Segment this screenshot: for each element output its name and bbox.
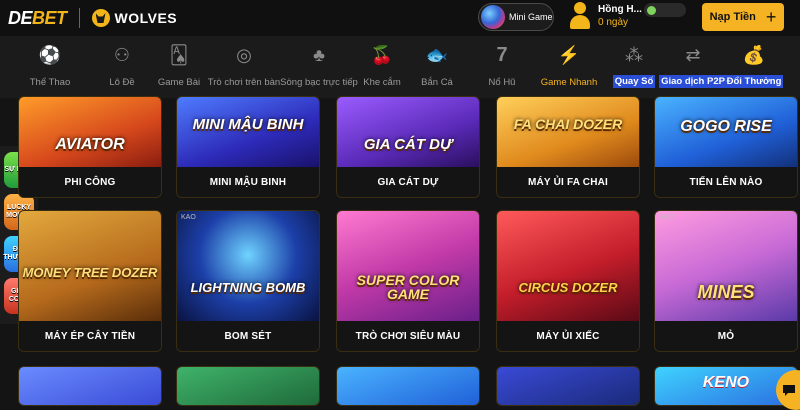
- game-thumbnail: AVIATOR: [19, 97, 161, 167]
- nav-item-quay-so[interactable]: ⁂ Quay Số: [608, 36, 660, 98]
- cherry-icon: 🍒: [370, 45, 394, 65]
- nav-item-the-thao[interactable]: ⚽ Thể Thao: [0, 36, 100, 98]
- seven-icon: 7: [496, 44, 508, 66]
- game-title: MÁY ỦI FA CHAI: [497, 167, 639, 197]
- game-title: GIA CÁT DỰ: [337, 167, 479, 197]
- mini-game-ball-icon: [481, 5, 505, 29]
- game-title: MỎ: [655, 321, 797, 351]
- partner-name: WOLVES: [114, 10, 178, 26]
- mini-game-label: Mini Game: [509, 12, 553, 22]
- game-card-may-ep-cay-tien[interactable]: MONEY TREE DOZER MÁY ÉP CÂY TIỀN: [18, 210, 162, 352]
- deposit-label: Nạp Tiền: [709, 11, 756, 23]
- game-title: MINI MẬU BINH: [177, 167, 319, 197]
- nav-item-p2p[interactable]: ⇄ Giao dịch P2P: [659, 36, 727, 98]
- game-card-row3-1[interactable]: [18, 366, 162, 406]
- game-title: MÁY ỦI XIẾC: [497, 321, 639, 351]
- chips-icon: ◎: [236, 45, 252, 65]
- partner-logo: WOLVES: [91, 9, 178, 27]
- game-thumbnail: KAO MINES: [655, 211, 797, 321]
- game-thumbnail: GOGO RISE: [655, 97, 797, 167]
- game-title: BOM SÉT: [177, 321, 319, 351]
- game-thumbnail: CIRCUS DOZER: [497, 211, 639, 321]
- game-thumbnail: MINI MẬU BINH: [177, 97, 319, 167]
- nav-item-no-hu[interactable]: 7 Nổ Hũ: [474, 36, 530, 98]
- game-title: TIẾN LÊN NÀO: [655, 167, 797, 197]
- nav-item-lo-de[interactable]: ⚇ Lô Đề: [100, 36, 144, 98]
- chat-bubble-icon: [783, 385, 795, 396]
- game-card-may-ui-xiec[interactable]: CIRCUS DOZER MÁY ỦI XIẾC: [496, 210, 640, 352]
- plus-icon: +: [765, 7, 777, 27]
- game-card-bom-set[interactable]: KAO LIGHTNING BOMB BOM SÉT: [176, 210, 320, 352]
- username: Hồng H...: [598, 4, 642, 15]
- game-card-row3-3[interactable]: [336, 366, 480, 406]
- lottery-balls-icon: ⚇: [113, 45, 131, 65]
- exchange-icon: ⇄: [685, 45, 701, 65]
- coin-icon: [647, 5, 656, 15]
- game-title: TRÒ CHƠI SIÊU MÀU: [337, 321, 479, 351]
- wolf-icon: [91, 9, 110, 27]
- game-card-row3-4[interactable]: [496, 366, 640, 406]
- cards-icon: 🂡: [169, 45, 189, 65]
- lightning-icon: ⚡: [557, 45, 581, 65]
- header-divider: [78, 8, 80, 28]
- game-title: PHI CÔNG: [19, 167, 161, 197]
- game-card-mini-mau-binh[interactable]: MINI MẬU BINH MINI MẬU BINH: [176, 96, 320, 198]
- game-card-phi-cong[interactable]: AVIATOR PHI CÔNG: [18, 96, 162, 198]
- category-nav: ⚽ Thể Thao ⚇ Lô Đề 🂡 Game Bài ◎ Trò chơi…: [0, 36, 800, 98]
- deposit-button[interactable]: Nạp Tiền +: [702, 3, 784, 31]
- nav-item-doi-thuong[interactable]: 💰 Đổi Thưởng: [724, 36, 784, 98]
- nav-item-game-nhanh[interactable]: ⚡ Game Nhanh: [530, 36, 608, 98]
- game-title: MÁY ÉP CÂY TIỀN: [19, 321, 161, 351]
- game-card-mo[interactable]: KAO MINES MỎ: [654, 210, 798, 352]
- avatar-icon: [568, 2, 592, 30]
- gift-bag-icon: 💰: [742, 45, 766, 65]
- game-thumbnail: MONEY TREE DOZER: [19, 211, 161, 321]
- nav-item-table-games[interactable]: ◎ Trò chơi trên bàn: [208, 36, 280, 98]
- balance-pill[interactable]: [644, 3, 686, 17]
- game-card-tien-len-nao[interactable]: GOGO RISE TIẾN LÊN NÀO: [654, 96, 798, 198]
- game-thumbnail: SUPER COLOR GAME: [337, 211, 479, 321]
- game-card-sieu-mau[interactable]: SUPER COLOR GAME TRÒ CHƠI SIÊU MÀU: [336, 210, 480, 352]
- dealer-icon: ♣: [313, 45, 325, 65]
- nav-item-live-casino[interactable]: ♣ Sòng bạc trực tiếp: [274, 36, 364, 98]
- game-thumbnail: GIA CÁT DỰ: [337, 97, 479, 167]
- game-card-may-ui-fa-chai[interactable]: FA CHAI DOZER MÁY ỦI FA CHAI: [496, 96, 640, 198]
- mini-game-button[interactable]: Mini Game: [478, 3, 554, 31]
- brand-logo[interactable]: DEBET: [8, 8, 67, 29]
- membership-days: 0 ngày: [598, 17, 629, 28]
- game-thumbnail: FA CHAI DOZER: [497, 97, 639, 167]
- soccer-ball-icon: ⚽: [38, 45, 62, 65]
- nav-item-ban-ca[interactable]: 🐟 Bắn Cá: [400, 36, 474, 98]
- game-thumbnail: KAO LIGHTNING BOMB: [177, 211, 319, 321]
- user-profile[interactable]: Hồng H... 0 ngày: [568, 2, 642, 30]
- balls-icon: ⁂: [625, 45, 643, 65]
- game-card-row3-2[interactable]: [176, 366, 320, 406]
- game-card-gia-cat-du[interactable]: GIA CÁT DỰ GIA CÁT DỰ: [336, 96, 480, 198]
- fish-icon: 🐟: [425, 45, 449, 65]
- nav-item-slots[interactable]: 🍒 Khe cắm: [363, 36, 401, 98]
- nav-item-game-bai[interactable]: 🂡 Game Bài: [144, 36, 214, 98]
